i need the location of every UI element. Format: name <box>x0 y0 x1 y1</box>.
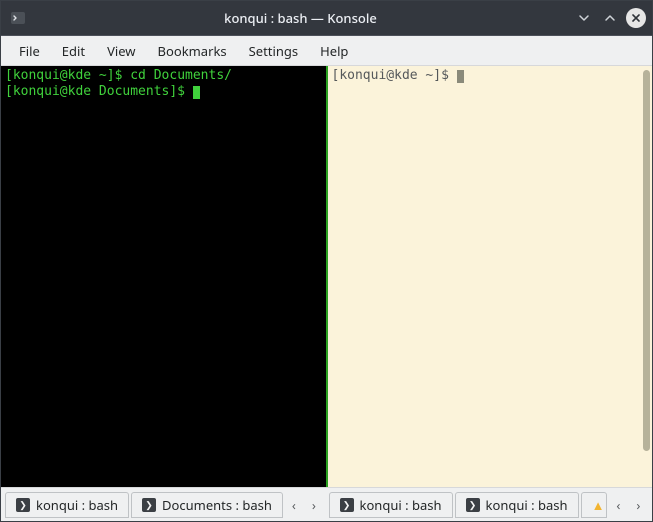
terminal-icon: ❯ <box>142 498 156 512</box>
prompt: [konqui@kde ~]$ <box>5 68 130 83</box>
tab-scroll-left[interactable]: ‹ <box>285 492 303 518</box>
tab-label: konqui : bash <box>486 496 568 514</box>
window-title: konqui : bash — Konsole <box>35 9 566 27</box>
scrollbar[interactable] <box>643 70 650 451</box>
cursor <box>457 70 464 83</box>
tab-scroll-right[interactable]: › <box>629 492 647 518</box>
command-text: cd Documents/ <box>130 68 232 83</box>
tab-label: Documents : bash <box>162 496 272 514</box>
tab-group-left: ❯ konqui : bash ❯ Documents : bash ‹ › <box>5 490 325 519</box>
menu-edit[interactable]: Edit <box>52 38 95 64</box>
titlebar: konqui : bash — Konsole <box>1 1 652 35</box>
tab-left-0[interactable]: ❯ konqui : bash <box>5 492 129 518</box>
prompt: [konqui@kde Documents]$ <box>5 84 193 99</box>
terminal-icon: ❯ <box>340 498 354 512</box>
tab-scroll-right[interactable]: › <box>305 492 323 518</box>
tab-left-1[interactable]: ❯ Documents : bash <box>131 492 283 518</box>
tab-right-0[interactable]: ❯ konqui : bash <box>329 492 453 518</box>
window-controls <box>574 8 646 28</box>
prompt: [konqui@kde ~]$ <box>332 68 457 83</box>
terminal-icon: ❯ <box>466 498 480 512</box>
terminal-pane-right[interactable]: [konqui@kde ~]$ <box>328 66 653 487</box>
tab-label: konqui : bash <box>36 496 118 514</box>
menubar: File Edit View Bookmarks Settings Help <box>1 36 652 66</box>
minimize-button[interactable] <box>574 8 594 28</box>
terminal-split: [konqui@kde ~]$ cd Documents/ [konqui@kd… <box>1 66 652 487</box>
tab-group-right: ❯ konqui : bash ❯ konqui : bash ▲ ‹ › <box>329 490 649 519</box>
close-button[interactable] <box>626 8 646 28</box>
notification-bell-icon: ▲ <box>592 496 605 514</box>
tab-label: konqui : bash <box>360 496 442 514</box>
tab-right-1[interactable]: ❯ konqui : bash <box>455 492 579 518</box>
terminal-icon: ❯ <box>16 498 30 512</box>
menu-bookmarks[interactable]: Bookmarks <box>148 38 237 64</box>
menu-file[interactable]: File <box>9 38 50 64</box>
tab-bar: ❯ konqui : bash ❯ Documents : bash ‹ › ❯… <box>1 487 652 521</box>
tab-scroll-left[interactable]: ‹ <box>609 492 627 518</box>
menu-settings[interactable]: Settings <box>239 38 308 64</box>
tab-right-2-partial[interactable]: ▲ <box>581 492 608 518</box>
cursor <box>193 86 200 99</box>
konsole-app-icon <box>9 9 27 27</box>
terminal-pane-left[interactable]: [konqui@kde ~]$ cd Documents/ [konqui@kd… <box>1 66 328 487</box>
menu-view[interactable]: View <box>97 38 145 64</box>
menu-help[interactable]: Help <box>310 38 358 64</box>
maximize-button[interactable] <box>600 8 620 28</box>
